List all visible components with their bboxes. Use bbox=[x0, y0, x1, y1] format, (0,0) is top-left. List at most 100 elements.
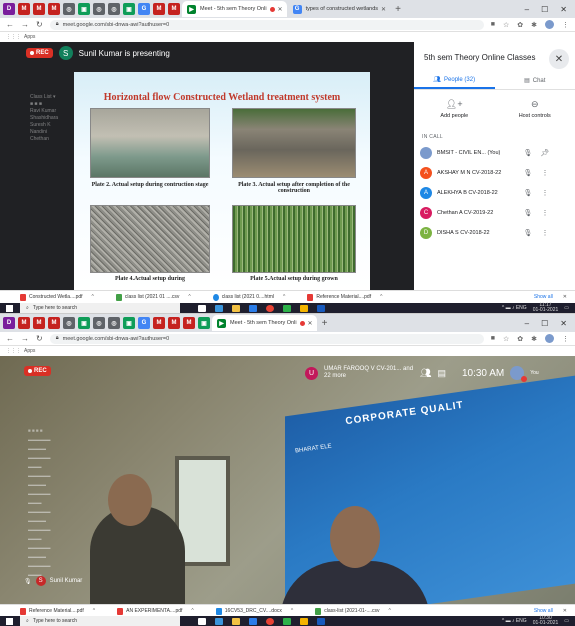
download-item[interactable]: Constructed Wetla....pdf ^ bbox=[20, 293, 94, 301]
tab-chat[interactable]: ▤ Chat bbox=[495, 72, 575, 89]
profile-avatar[interactable] bbox=[545, 20, 554, 29]
tab-favicon-icon[interactable]: ◎ bbox=[63, 317, 75, 329]
gmail-icon[interactable]: M bbox=[153, 3, 165, 15]
close-window-icon[interactable]: ✕ bbox=[560, 319, 567, 328]
back-icon[interactable]: ← bbox=[6, 20, 14, 29]
show-all-link[interactable]: Show all ✕ bbox=[534, 608, 575, 614]
taskbar-search[interactable]: ⌕ Type here to search bbox=[20, 616, 180, 626]
menu-icon[interactable]: ⋮ bbox=[562, 335, 569, 343]
gmail-icon[interactable]: M bbox=[168, 317, 180, 329]
host-controls-button[interactable]: ⊖ Host controls bbox=[495, 90, 575, 128]
app-icon[interactable] bbox=[300, 617, 308, 625]
participants-icon[interactable]: 👥︎ bbox=[420, 368, 431, 379]
star-icon[interactable]: ☆ bbox=[503, 335, 509, 343]
task-view-icon[interactable] bbox=[198, 617, 206, 625]
tab-meet[interactable]: ▶ Meet - 5th sem Theory Onli ✕ bbox=[212, 315, 317, 331]
reload-icon[interactable]: ↻ bbox=[36, 20, 43, 29]
download-item[interactable]: class-list (2021-01-....csv ^ bbox=[315, 607, 391, 615]
word-icon[interactable] bbox=[317, 617, 325, 625]
url-field[interactable]: 🔒︎ meet.google.com/sbi-dnwa-awi?authuser… bbox=[49, 333, 484, 344]
classroom-icon[interactable]: ▣ bbox=[198, 317, 210, 329]
apps-icon[interactable]: ⋮⋮⋮ bbox=[6, 348, 21, 354]
taskbar-search[interactable]: ⌕ Type here to search bbox=[20, 303, 180, 313]
tab-favicon-icon[interactable]: ◎ bbox=[108, 3, 120, 15]
download-item[interactable]: Reference Material....pdf ^ bbox=[307, 293, 382, 301]
forward-icon[interactable]: → bbox=[21, 334, 29, 343]
puzzle-icon[interactable]: ✱ bbox=[531, 21, 537, 29]
task-view-icon[interactable] bbox=[198, 304, 206, 312]
tray-icons[interactable]: ^ ▬ ♪ ENG bbox=[502, 305, 527, 311]
tab-people[interactable]: 👥︎ People (32) bbox=[414, 72, 495, 89]
chrome-icon[interactable] bbox=[266, 304, 274, 312]
windows-start-icon[interactable] bbox=[6, 305, 13, 312]
gmail-icon[interactable]: M bbox=[33, 3, 45, 15]
gmail-icon[interactable]: M bbox=[168, 3, 180, 15]
windows-start-icon[interactable] bbox=[6, 618, 13, 625]
gmail-icon[interactable]: M bbox=[153, 317, 165, 329]
apps-label[interactable]: Apps bbox=[24, 34, 35, 40]
edge-icon[interactable] bbox=[215, 617, 223, 625]
classroom-icon[interactable]: ▣ bbox=[123, 317, 135, 329]
chrome-icon[interactable] bbox=[266, 617, 274, 625]
camera-icon[interactable]: ■ bbox=[491, 21, 495, 28]
back-icon[interactable]: ← bbox=[6, 334, 14, 343]
close-panel-button[interactable]: ✕ bbox=[549, 49, 569, 69]
puzzle-icon[interactable]: ✱ bbox=[531, 335, 537, 343]
new-tab-button[interactable]: + bbox=[391, 4, 405, 15]
more-options-icon[interactable]: ⋮ bbox=[539, 169, 551, 177]
tray-clock[interactable]: 10:30 01-01-2021 bbox=[533, 616, 559, 626]
tab-favicon-icon[interactable]: ◎ bbox=[93, 3, 105, 15]
url-field[interactable]: 🔒︎ meet.google.com/sbi-dnwa-awi?authuser… bbox=[49, 19, 484, 30]
forward-icon[interactable]: → bbox=[21, 20, 29, 29]
more-options-icon[interactable]: ⋮ bbox=[539, 229, 551, 237]
tab-favicon-icon[interactable]: D bbox=[3, 3, 15, 15]
store-icon[interactable] bbox=[249, 617, 257, 625]
close-tab-icon[interactable]: ✕ bbox=[278, 6, 283, 13]
app-icon[interactable] bbox=[300, 304, 308, 312]
tray-icons[interactable]: ^ ▬ ♪ ENG bbox=[502, 618, 527, 624]
app-icon[interactable] bbox=[283, 617, 291, 625]
list-item[interactable]: A ALEKHYA B CV-2018-22 🎙︎ ⋮ bbox=[414, 183, 575, 203]
self-avatar[interactable] bbox=[510, 366, 528, 382]
gmail-icon[interactable]: M bbox=[183, 317, 195, 329]
show-all-link[interactable]: Show all ✕ bbox=[534, 294, 575, 300]
download-item[interactable]: class list (2021 0....html ^ bbox=[212, 293, 285, 301]
minimize-icon[interactable]: – bbox=[525, 5, 529, 14]
list-item[interactable]: C Chethan A CV-2019-22 🎙︎ ⋮ bbox=[414, 203, 575, 223]
apps-icon[interactable]: ⋮⋮⋮ bbox=[6, 34, 21, 40]
word-icon[interactable] bbox=[317, 304, 325, 312]
tab-favicon-icon[interactable]: ◎ bbox=[108, 317, 120, 329]
tray-clock[interactable]: 11:17 01-01-2021 bbox=[533, 303, 559, 313]
reload-icon[interactable]: ↻ bbox=[36, 334, 43, 343]
camera-icon[interactable]: ■ bbox=[491, 335, 495, 342]
list-item[interactable]: D DISHA S CV-2018-22 🎙︎ ⋮ bbox=[414, 223, 575, 243]
apps-label[interactable]: Apps bbox=[24, 348, 35, 354]
tab-favicon-icon[interactable]: D bbox=[3, 317, 15, 329]
profile-avatar[interactable] bbox=[545, 334, 554, 343]
list-item[interactable]: A AKSHAY M N CV-2018-22 🎙︎ ⋮ bbox=[414, 163, 575, 183]
classroom-icon[interactable]: ▣ bbox=[123, 3, 135, 15]
store-icon[interactable] bbox=[249, 304, 257, 312]
more-options-icon[interactable]: ⋮ bbox=[539, 209, 551, 217]
classroom-icon[interactable]: ▣ bbox=[78, 317, 90, 329]
maximize-icon[interactable]: ☐ bbox=[541, 5, 548, 14]
folder-icon[interactable] bbox=[232, 617, 240, 625]
notification-icon[interactable]: ▭ bbox=[564, 618, 569, 624]
close-tab-icon[interactable]: ✕ bbox=[381, 6, 386, 13]
edge-icon[interactable] bbox=[215, 304, 223, 312]
google-icon[interactable]: G bbox=[138, 3, 150, 15]
minimize-icon[interactable]: – bbox=[525, 319, 529, 328]
star-icon[interactable]: ☆ bbox=[503, 21, 509, 29]
gmail-icon[interactable]: M bbox=[33, 317, 45, 329]
gmail-icon[interactable]: M bbox=[48, 317, 60, 329]
google-icon[interactable]: G bbox=[138, 317, 150, 329]
tab-search[interactable]: G types of constructed wetlands ✕ bbox=[287, 1, 391, 17]
pin-icon[interactable]: 📌︎ bbox=[539, 149, 551, 157]
gmail-icon[interactable]: M bbox=[48, 3, 60, 15]
download-item[interactable]: 16CV53_DRC_CV....docx ^ bbox=[215, 607, 293, 615]
add-people-button[interactable]: 👤︎+ Add people bbox=[414, 90, 495, 128]
gmail-icon[interactable]: M bbox=[18, 317, 30, 329]
download-item[interactable]: AN EXPERIMENTA....pdf ^ bbox=[117, 607, 194, 615]
notification-icon[interactable]: ▭ bbox=[564, 305, 569, 311]
gmail-icon[interactable]: M bbox=[18, 3, 30, 15]
